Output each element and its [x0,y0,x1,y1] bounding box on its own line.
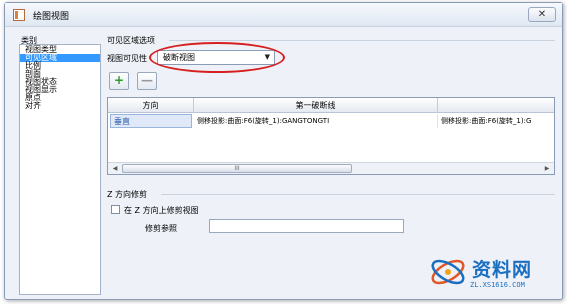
column-header-first-break[interactable]: 第一破断线 [194,98,438,113]
z-clip-checkbox[interactable] [111,205,120,214]
scroll-left-icon[interactable]: ◀ [110,164,120,173]
watermark-url: ZL.XS1616.COM [470,281,525,289]
direction-cell[interactable]: 垂直 [110,114,192,128]
table-header: 方向 第一破断线 第二 [108,98,554,113]
category-item-alignment[interactable]: 对齐 [20,102,100,110]
close-button[interactable]: ✕ [528,7,556,22]
second-break-cell[interactable]: 侧移投影:曲面:F6(旋转_1):G [438,114,554,128]
group-divider [169,40,555,41]
column-header-second-break[interactable]: 第二 [438,98,554,113]
z-group-divider [161,194,555,195]
scroll-right-icon[interactable]: ▶ [542,164,552,173]
scroll-thumb[interactable]: III [122,164,352,173]
visible-area-options-title: 可见区域选项 [107,36,155,45]
z-clip-checkbox-label[interactable]: 在 Z 方向上修剪视图 [124,205,199,216]
window-title: 绘图视图 [33,12,70,22]
watermark-brand: 资料网 [472,259,533,281]
trim-reference-field[interactable] [209,219,404,233]
add-break-button[interactable]: + [109,72,129,90]
category-list[interactable]: 视图类型 可见区域 比例 剖面 视图状态 视图显示 原点 对齐 [19,44,101,295]
title-bar: 绘图视图 ✕ [5,3,562,27]
z-clip-title: Z 方向修剪 [107,190,148,199]
break-lines-table: 方向 第一破断线 第二 垂直 侧移投影:曲面:F6(旋转_1):GANGTONG… [107,97,555,175]
view-visibility-label: 视图可见性 [107,54,147,63]
watermark-logo-icon [431,259,465,285]
app-icon [13,9,25,21]
column-header-direction[interactable]: 方向 [108,98,194,113]
trim-reference-label: 修剪参照 [145,224,177,233]
watermark: 资料网 ZL.XS1616.COM [428,251,556,295]
first-break-cell[interactable]: 侧移投影:曲面:F6(旋转_1):GANGTONGTI [194,114,438,128]
drawing-view-dialog: 绘图视图 ✕ 类别 视图类型 可见区域 比例 剖面 视图状态 视图显示 原点 对… [4,2,563,300]
remove-break-button[interactable]: — [137,72,157,90]
table-row[interactable]: 垂直 侧移投影:曲面:F6(旋转_1):GANGTONGTI 侧移投影:曲面:F… [108,114,554,128]
red-highlight-ellipse [149,42,285,73]
horizontal-scrollbar[interactable]: ◀ III ▶ [108,162,554,174]
